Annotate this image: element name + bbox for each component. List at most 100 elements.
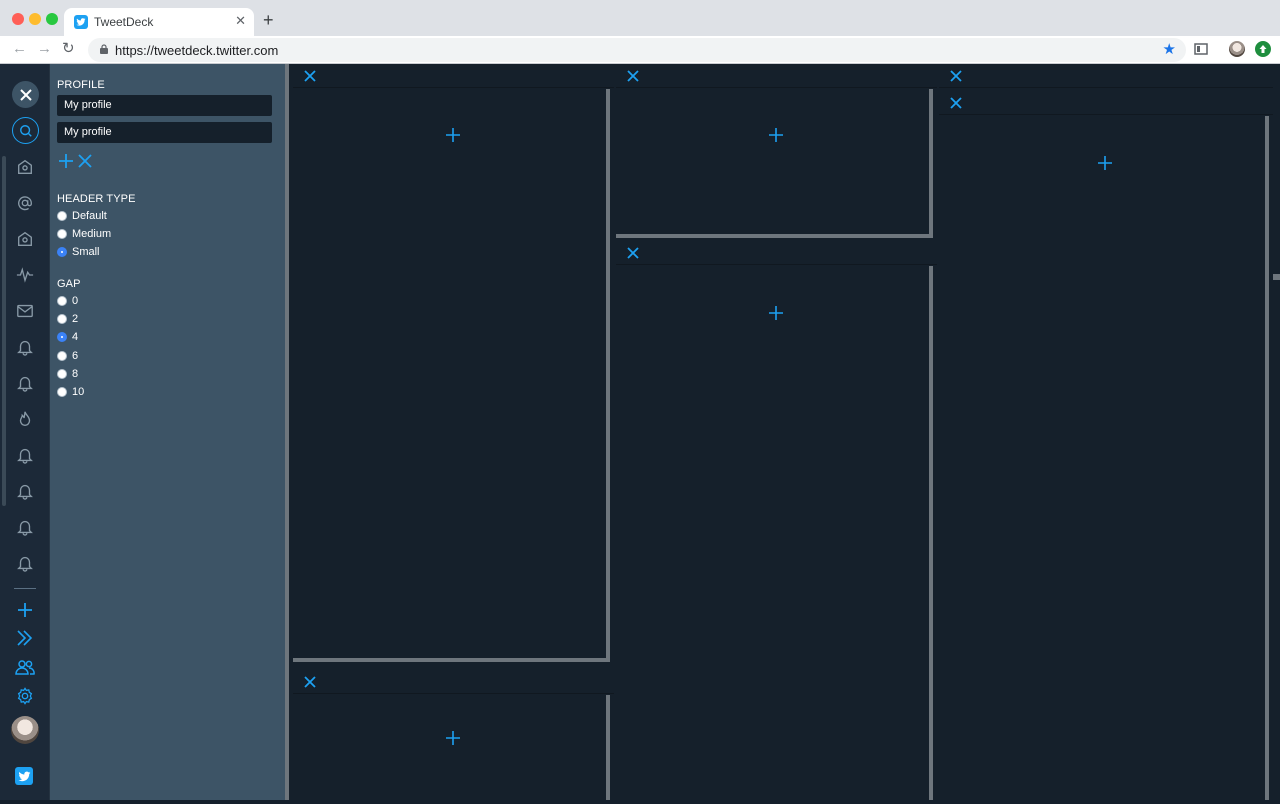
maximize-window-button[interactable] (46, 13, 58, 25)
mail-icon (17, 304, 33, 318)
gap-option-4[interactable]: 4 (57, 331, 78, 343)
column-header (616, 241, 937, 265)
add-content-icon[interactable] (1098, 156, 1112, 170)
column-1 (293, 64, 614, 666)
gap-option-6[interactable]: 6 (57, 350, 78, 362)
radio-button[interactable] (57, 211, 67, 221)
remove-profile-icon[interactable] (77, 153, 93, 169)
column-header (293, 64, 614, 88)
twitter-logo-icon (15, 767, 33, 785)
minimize-window-button[interactable] (29, 13, 41, 25)
close-window-button[interactable] (12, 13, 24, 25)
mentions-column-button[interactable] (11, 189, 39, 217)
column-6 (939, 91, 1273, 804)
close-settings-button[interactable] (12, 81, 39, 108)
bookmark-star-icon[interactable]: ★ (1163, 41, 1176, 59)
profile-avatar-icon[interactable] (1229, 41, 1245, 57)
home-column-button[interactable] (11, 153, 39, 181)
update-icon[interactable] (1255, 41, 1271, 57)
user-avatar[interactable] (11, 716, 39, 744)
radio-button-selected[interactable] (57, 247, 67, 257)
url-text: https://tweetdeck.twitter.com (115, 43, 279, 58)
column-header (939, 64, 1273, 88)
gap-option-10[interactable]: 10 (57, 386, 84, 398)
radio-label: Small (72, 246, 100, 258)
column-5 (939, 64, 1273, 90)
notifications-column-button-5[interactable] (11, 513, 39, 541)
forward-button[interactable]: → (37, 40, 52, 58)
column-header (293, 670, 614, 694)
column-header (616, 64, 937, 88)
flame-icon (19, 411, 31, 426)
radio-button[interactable] (57, 369, 67, 379)
close-column-icon[interactable] (950, 97, 962, 109)
horizontal-scroll-handle[interactable] (1273, 274, 1280, 280)
accounts-button[interactable] (11, 653, 39, 681)
search-button[interactable] (12, 117, 39, 144)
add-profile-icon[interactable] (58, 153, 74, 169)
extension-icon[interactable] (1193, 41, 1209, 57)
close-column-icon[interactable] (304, 70, 316, 82)
radio-label: 8 (72, 368, 79, 380)
add-column-button[interactable] (11, 596, 39, 624)
radio-label: Default (72, 210, 107, 222)
close-column-icon[interactable] (304, 676, 316, 688)
column-2 (293, 670, 614, 804)
address-bar[interactable]: https://tweetdeck.twitter.com ★ (88, 38, 1186, 62)
close-column-icon[interactable] (627, 247, 639, 259)
column-header (939, 91, 1273, 115)
radio-button[interactable] (57, 296, 67, 306)
column-3 (616, 64, 937, 242)
back-button[interactable]: ← (12, 40, 27, 58)
radio-button[interactable] (57, 314, 67, 324)
radio-button[interactable] (57, 387, 67, 397)
bell-icon (17, 448, 33, 464)
tab-close-icon[interactable]: ✕ (235, 14, 246, 28)
column-body (616, 266, 933, 800)
new-tab-button[interactable]: + (263, 10, 274, 30)
radio-button-selected[interactable] (57, 332, 67, 342)
notifications-column-button-6[interactable] (11, 549, 39, 577)
settings-button[interactable] (11, 682, 39, 710)
browser-tab[interactable]: TweetDeck ✕ (64, 8, 254, 36)
notifications-column-button-2[interactable] (11, 369, 39, 397)
tab-title: TweetDeck (94, 15, 154, 29)
reload-button[interactable]: ↻ (62, 40, 75, 58)
notifications-column-button-3[interactable] (11, 441, 39, 469)
profile-field-2[interactable]: My profile (57, 122, 272, 143)
gap-section-label: GAP (57, 278, 81, 290)
profile-field-1[interactable]: My profile (57, 95, 272, 116)
header-type-option-small[interactable]: Small (57, 246, 100, 258)
expand-button[interactable] (11, 624, 39, 652)
close-column-icon[interactable] (950, 70, 962, 82)
home-column-button-2[interactable] (11, 225, 39, 253)
tweetdeck-app: PROFILE My profile My profile HEADER TYP… (0, 64, 1280, 804)
messages-column-button[interactable] (11, 297, 39, 325)
column-body (616, 89, 933, 238)
add-content-icon[interactable] (446, 128, 460, 142)
gap-option-8[interactable]: 8 (57, 368, 78, 380)
home-icon (18, 231, 32, 246)
radio-button[interactable] (57, 229, 67, 239)
notifications-column-button-4[interactable] (11, 477, 39, 505)
column-4 (616, 241, 937, 804)
header-type-option-default[interactable]: Default (57, 210, 107, 222)
radio-label: 4 (72, 331, 79, 343)
header-type-option-medium[interactable]: Medium (57, 228, 111, 240)
trending-column-button[interactable] (11, 405, 39, 433)
add-content-icon[interactable] (769, 306, 783, 320)
notifications-column-button[interactable] (11, 333, 39, 361)
close-column-icon[interactable] (627, 70, 639, 82)
bell-icon (17, 520, 33, 536)
nav-scrollbar[interactable] (2, 156, 6, 506)
panel-divider (285, 64, 289, 800)
bell-icon (17, 376, 33, 392)
column-body (939, 116, 1269, 800)
gap-option-0[interactable]: 0 (57, 295, 78, 307)
add-content-icon[interactable] (446, 731, 460, 745)
activity-column-button[interactable] (11, 261, 39, 289)
add-content-icon[interactable] (769, 128, 783, 142)
gap-option-2[interactable]: 2 (57, 313, 78, 325)
radio-button[interactable] (57, 351, 67, 361)
radio-label: 10 (72, 386, 85, 398)
